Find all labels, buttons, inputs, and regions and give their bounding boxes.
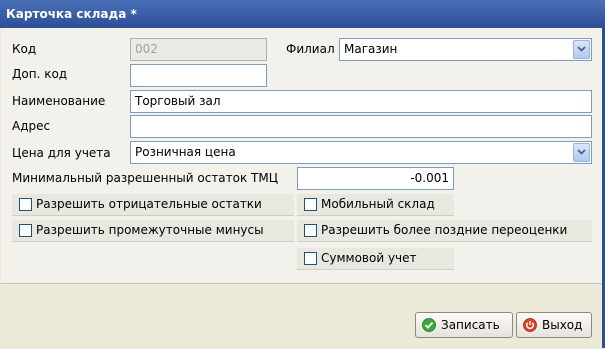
check-circle-icon [422, 318, 436, 332]
price-label: Цена для учета [12, 146, 111, 160]
checkbox-box[interactable] [19, 224, 32, 237]
intermediate-minuses-label: Разрешить промежуточные минусы [36, 223, 264, 237]
min-rest-field[interactable]: -0.001 [297, 167, 454, 190]
sum-accounting-checkbox[interactable]: Суммовой учет [297, 248, 454, 270]
exit-button-label: Выход [542, 318, 583, 332]
mobile-warehouse-checkbox[interactable]: Мобильный склад [297, 194, 454, 216]
extra-code-field[interactable] [130, 64, 267, 87]
name-label: Наименование [12, 94, 106, 108]
branch-select-value: Магазин [344, 42, 398, 56]
name-field[interactable]: Торговый зал [130, 90, 592, 113]
sum-accounting-label: Суммовой учет [321, 251, 417, 265]
checkbox-box[interactable] [304, 252, 317, 265]
negative-rests-label: Разрешить отрицательные остатки [36, 197, 262, 211]
later-revaluations-label: Разрешить более поздние переоценки [321, 223, 568, 237]
form-panel: Код 002 Филиал Магазин Доп. код Наименов… [1, 28, 604, 283]
chevron-down-icon [577, 149, 586, 155]
branch-label: Филиал [286, 42, 335, 56]
power-icon [523, 318, 537, 332]
button-bar: Записать Выход [0, 283, 605, 349]
save-button-label: Записать [441, 318, 500, 332]
window-title-bar: Карточка склада * [0, 0, 605, 28]
code-field[interactable]: 002 [130, 38, 267, 61]
code-label: Код [12, 42, 37, 56]
later-revaluations-checkbox[interactable]: Разрешить более поздние переоценки [297, 220, 592, 242]
branch-dropdown-button[interactable] [573, 40, 590, 59]
price-dropdown-button[interactable] [573, 143, 590, 162]
checkbox-box[interactable] [304, 198, 317, 211]
save-button[interactable]: Записать [415, 312, 513, 338]
branch-select[interactable]: Магазин [339, 38, 592, 61]
window-title: Карточка склада * [6, 7, 137, 21]
mobile-warehouse-label: Мобильный склад [321, 197, 435, 211]
min-rest-label: Минимальный разрешенный остаток ТМЦ [12, 171, 279, 185]
chevron-down-icon [577, 46, 586, 52]
price-select[interactable]: Розничная цена [130, 141, 592, 164]
checkbox-box[interactable] [19, 198, 32, 211]
checkbox-box[interactable] [304, 224, 317, 237]
exit-button[interactable]: Выход [516, 312, 592, 338]
address-label: Адрес [12, 119, 51, 133]
negative-rests-checkbox[interactable]: Разрешить отрицательные остатки [12, 194, 294, 216]
extra-code-label: Доп. код [12, 67, 68, 81]
address-field[interactable] [130, 115, 592, 138]
price-select-value: Розничная цена [135, 145, 236, 159]
intermediate-minuses-checkbox[interactable]: Разрешить промежуточные минусы [12, 220, 294, 242]
